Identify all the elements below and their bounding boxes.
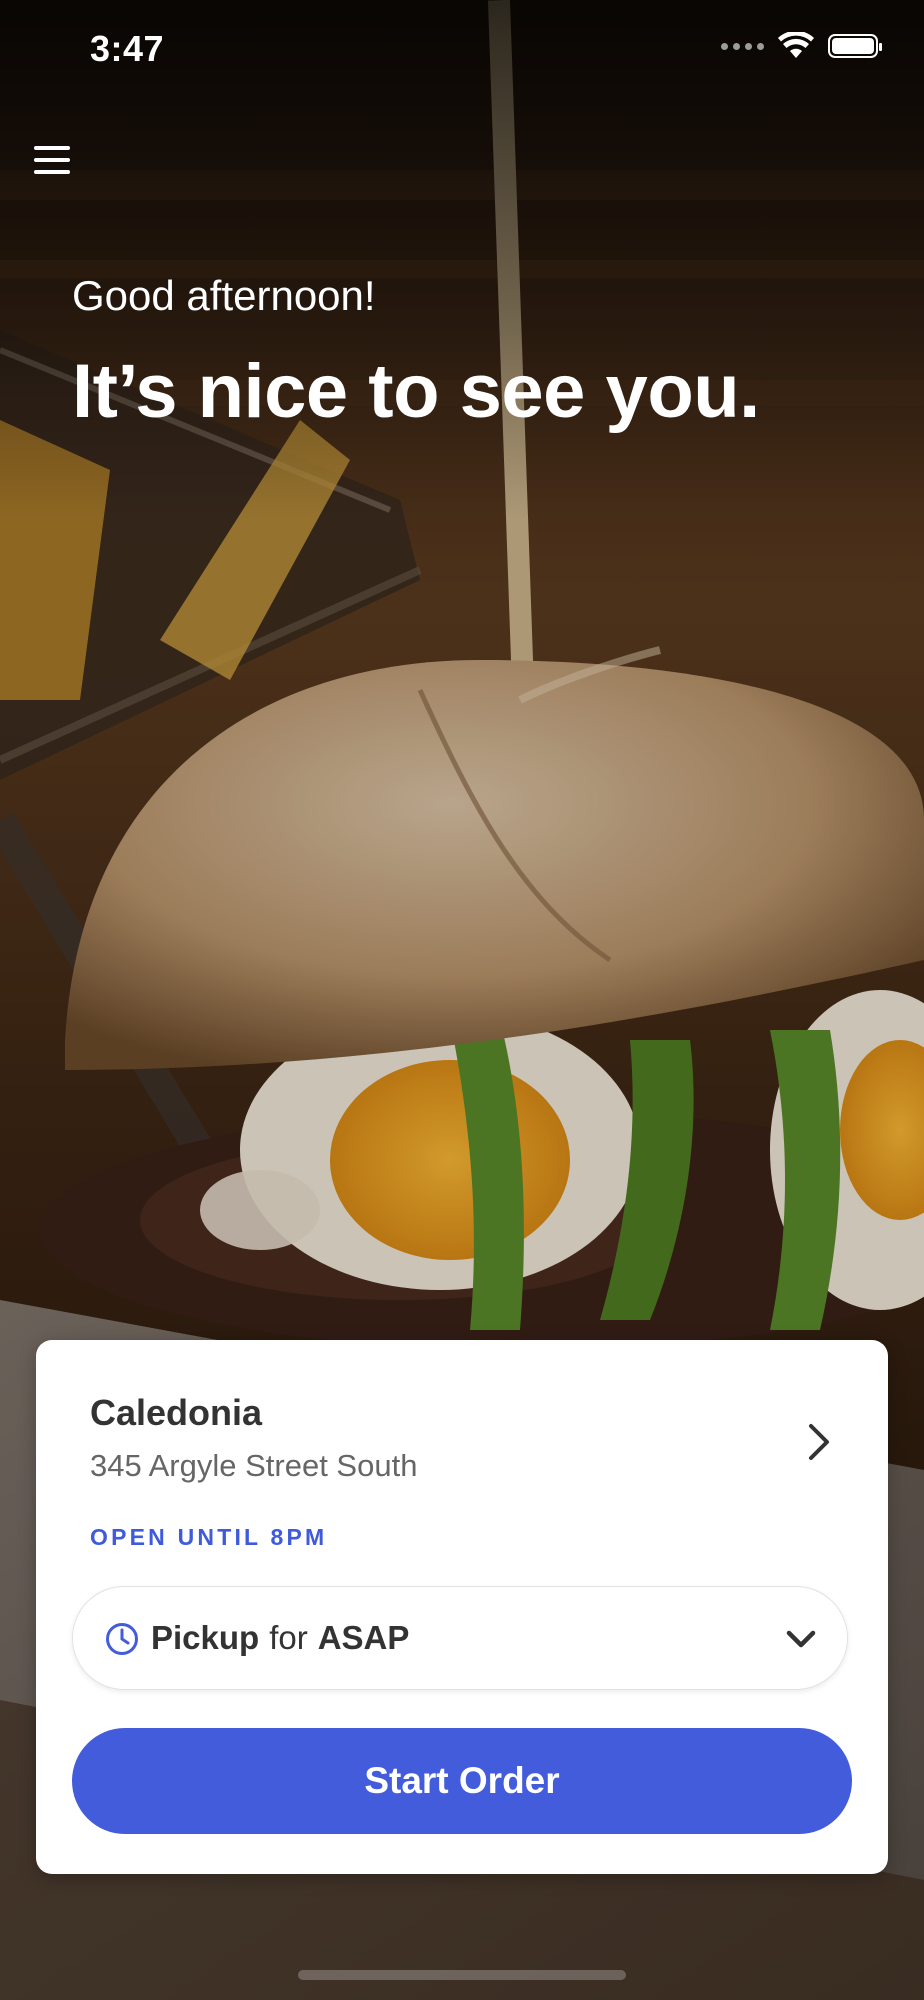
clock-icon xyxy=(106,1623,138,1655)
status-bar: 3:47 xyxy=(0,0,924,100)
hamburger-menu-icon[interactable] xyxy=(34,140,74,180)
pickup-time-selector[interactable]: Pickup for ASAP xyxy=(72,1586,848,1690)
pickup-summary: Pickup for ASAP xyxy=(151,1619,409,1657)
greeting-subtitle: Good afternoon! xyxy=(72,272,376,319)
greeting-title: It’s nice to see you. xyxy=(72,349,760,434)
home-indicator xyxy=(298,1970,626,1980)
status-icons xyxy=(721,32,882,60)
home-screen: 3:47 Good afternoon! It’s nice to see yo… xyxy=(0,0,924,2000)
chevron-down-icon xyxy=(786,1630,816,1648)
store-hours-status: OPEN UNTIL 8PM xyxy=(90,1524,328,1550)
battery-icon xyxy=(828,34,882,58)
order-method: Pickup xyxy=(151,1619,260,1656)
order-time: ASAP xyxy=(317,1619,410,1656)
order-card: Caledonia 345 Argyle Street South OPEN U… xyxy=(36,1340,888,1874)
start-order-button[interactable]: Start Order xyxy=(72,1728,852,1834)
cellular-signal-icon xyxy=(721,42,764,50)
location-name: Caledonia xyxy=(90,1392,263,1433)
chevron-right-icon xyxy=(809,1424,829,1460)
location-address: 345 Argyle Street South xyxy=(90,1448,418,1483)
order-connector: for xyxy=(269,1619,308,1656)
location-selector[interactable]: Caledonia 345 Argyle Street South xyxy=(90,1392,848,1502)
wifi-icon xyxy=(778,32,814,58)
status-time: 3:47 xyxy=(90,28,165,69)
